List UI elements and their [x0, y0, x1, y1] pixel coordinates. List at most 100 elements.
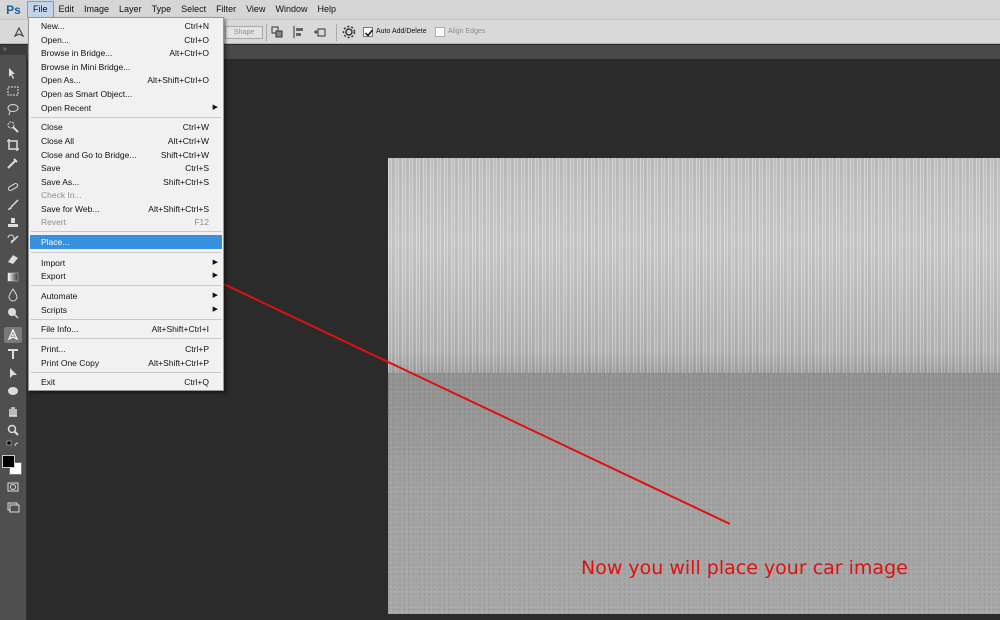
menu-image[interactable]: Image: [79, 1, 114, 18]
shape-button[interactable]: Shape: [225, 26, 263, 39]
menu-item-close-all[interactable]: Close All Alt+Ctrl+W: [30, 134, 222, 148]
menu-item-revert: Revert F12: [41, 217, 209, 227]
zoom-tool[interactable]: [4, 422, 22, 438]
menu-item-file-info[interactable]: File Info... Alt+Shift+Ctrl+I: [30, 322, 222, 336]
path-operations-icon[interactable]: [270, 25, 284, 39]
menu-item-browse-in-mini-bridge[interactable]: Browse in Mini Bridge...: [30, 60, 222, 74]
swap-colors-control[interactable]: [4, 440, 22, 448]
move-icon: [9, 68, 15, 79]
pen-icon: [7, 328, 19, 341]
pen-tool-preset-icon[interactable]: [12, 25, 26, 39]
healing-brush-tool[interactable]: [4, 179, 22, 195]
menu-divider: [31, 372, 221, 373]
menu-select[interactable]: Select: [176, 1, 211, 18]
crop-tool[interactable]: [4, 137, 22, 153]
menu-item-place[interactable]: Place...: [30, 235, 222, 249]
menu-view[interactable]: View: [241, 1, 270, 18]
menu-divider: [31, 338, 221, 339]
auto-add-delete-label: Auto Add/Delete: [376, 28, 427, 35]
swap-colors-icon: [6, 440, 19, 447]
menu-item-open-recent[interactable]: Open Recent ▶: [30, 101, 222, 115]
menu-divider: [31, 117, 221, 118]
menu-type[interactable]: Type: [147, 1, 177, 18]
menu-item-browse-in-bridge[interactable]: Browse in Bridge... Alt+Ctrl+O: [30, 46, 222, 60]
menu-item-automate[interactable]: Automate ▶: [30, 289, 222, 303]
pen-tool[interactable]: [4, 327, 22, 343]
submenu-arrow-icon: ▶: [212, 104, 218, 111]
magnifier-icon: [7, 424, 19, 436]
submenu-arrow-icon: ▶: [212, 306, 218, 313]
menu-item-export[interactable]: Export ▶: [30, 269, 222, 283]
path-arrangement-icon[interactable]: [313, 25, 327, 39]
menu-divider: [31, 319, 221, 320]
menu-item-save-for-web[interactable]: Save for Web... Alt+Shift+Ctrl+S: [30, 202, 222, 216]
menu-divider: [31, 231, 221, 232]
gradient-icon: [7, 272, 19, 282]
crop-icon: [7, 139, 19, 151]
path-selection-tool[interactable]: [4, 365, 22, 381]
quick-selection-tool[interactable]: [4, 119, 22, 135]
menu-item-open-as[interactable]: Open As... Alt+Shift+Ctrl+O: [30, 73, 222, 87]
marquee-icon: [7, 86, 19, 96]
menu-item-open[interactable]: Open... Ctrl+O: [30, 33, 222, 47]
ellipse-icon: [8, 387, 18, 395]
menu-item-print[interactable]: Print... Ctrl+P: [30, 342, 222, 356]
hand-tool[interactable]: [4, 403, 22, 419]
brush-icon: [8, 199, 19, 210]
menu-item-save[interactable]: Save Ctrl+S: [30, 161, 222, 175]
menu-divider: [31, 252, 221, 253]
menu-filter[interactable]: Filter: [211, 1, 241, 18]
menu-item-scripts[interactable]: Scripts ▶: [30, 303, 222, 317]
bandage-icon: [7, 183, 19, 191]
eyedropper-icon: [7, 158, 18, 169]
clone-stamp-tool[interactable]: [4, 215, 22, 231]
menu-item-check-in: Check In...: [41, 190, 82, 200]
file-menu-dropdown: New... Ctrl+N Open... Ctrl+O Browse in Bri…: [28, 17, 224, 391]
menu-item-open-as-smart-object[interactable]: Open as Smart Object...: [30, 87, 222, 101]
quick-mask-button[interactable]: [4, 479, 22, 495]
marquee-tool[interactable]: [4, 83, 22, 99]
separator: [266, 24, 267, 41]
align-edges-label: Align Edges: [448, 28, 486, 35]
auto-add-delete-checkbox[interactable]: [363, 27, 374, 37]
screen-mode-button[interactable]: [4, 499, 22, 515]
menu-divider: [31, 285, 221, 286]
menu-help[interactable]: Help: [312, 1, 341, 18]
menu-item-new[interactable]: New... Ctrl+N: [30, 19, 222, 33]
menu-layer[interactable]: Layer: [114, 1, 147, 18]
document-canvas[interactable]: Now you will place your car image: [388, 158, 1000, 614]
gear-icon[interactable]: [342, 25, 356, 39]
path-alignment-icon[interactable]: [292, 25, 306, 39]
menu-item-save-as[interactable]: Save As... Shift+Ctrl+S: [30, 175, 222, 189]
menu-item-print-one-copy[interactable]: Print One Copy Alt+Shift+Ctrl+P: [30, 356, 222, 370]
checkmark-icon: [364, 29, 374, 37]
menu-item-exit[interactable]: Exit Ctrl+Q: [30, 375, 222, 389]
dodge-tool[interactable]: [4, 305, 22, 321]
ellipse-tool[interactable]: [4, 383, 22, 399]
eraser-tool[interactable]: [4, 251, 22, 267]
blur-tool[interactable]: [4, 287, 22, 303]
lasso-tool[interactable]: [4, 101, 22, 117]
tools-panel: [0, 55, 27, 620]
menu-window[interactable]: Window: [270, 1, 312, 18]
align-edges-checkbox[interactable]: [435, 27, 445, 37]
drop-icon: [8, 288, 18, 302]
screen-mode-icon: [7, 502, 20, 513]
menu-item-close-and-go-to-bridge[interactable]: Close and Go to Bridge... Shift+Ctrl+W: [30, 148, 222, 162]
history-brush-tool[interactable]: [4, 233, 22, 249]
path-selection-icon: [10, 368, 17, 378]
move-tool[interactable]: [4, 65, 22, 81]
menu-item-close[interactable]: Close Ctrl+W: [30, 120, 222, 134]
eraser-icon: [8, 255, 18, 264]
panel-collapse-grip[interactable]: »: [0, 45, 27, 55]
foreground-color-swatch[interactable]: [2, 455, 15, 468]
quick-selection-icon: [7, 121, 19, 133]
history-brush-icon: [7, 234, 19, 244]
type-tool[interactable]: [4, 346, 22, 362]
brush-tool[interactable]: [4, 197, 22, 213]
menu-file[interactable]: File: [27, 1, 54, 18]
menu-item-import[interactable]: Import ▶: [30, 256, 222, 270]
menu-edit[interactable]: Edit: [54, 1, 80, 18]
gradient-tool[interactable]: [4, 269, 22, 285]
eyedropper-tool[interactable]: [4, 155, 22, 171]
